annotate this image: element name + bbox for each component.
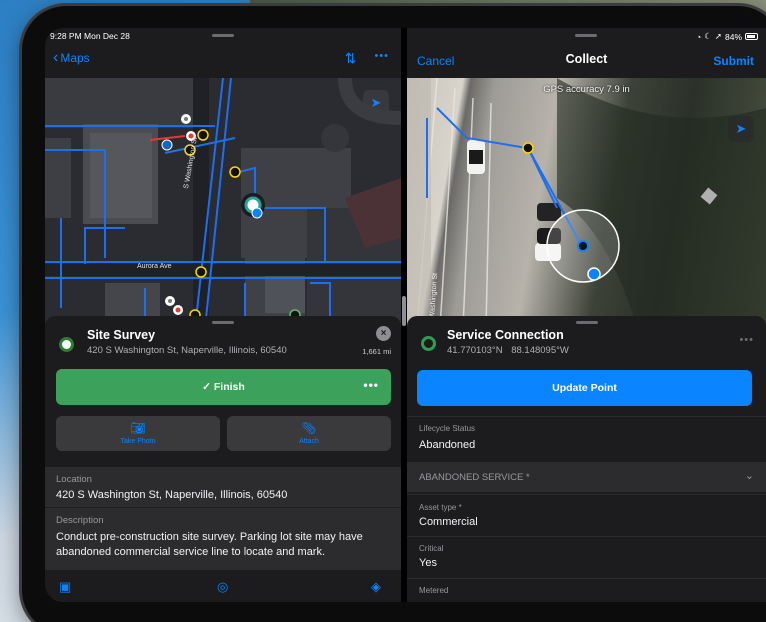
description-label: Description — [56, 515, 104, 526]
system-icons: ◔ ☾ ➚ 84% — [696, 31, 758, 42]
collect-feature-title: Service Connection — [447, 328, 564, 342]
left-nav-bar: ‹ Maps ⇅ ••• — [45, 44, 401, 78]
take-photo-button[interactable]: 📷︎ Take Photo — [56, 416, 220, 451]
attach-label: Attach — [299, 438, 319, 445]
collect-more-icon[interactable]: ••• — [739, 334, 754, 346]
asset-type-label: Asset type * — [419, 503, 462, 512]
collect-coordinates: 41.770103°N 88.148095°W — [447, 345, 569, 356]
status-time: 9:28 PM Mon Dec 28 — [50, 31, 130, 41]
chevron-left-icon: ‹ — [53, 49, 59, 66]
camera-icon: 📷︎ — [130, 421, 146, 435]
moon-icon: ☾ — [704, 31, 712, 41]
feature-distance: 1,661 mi — [362, 347, 391, 356]
field-maps-pane: 9:28 PM Mon Dec 28 ‹ Maps ⇅ ••• Aurora A… — [45, 28, 401, 602]
collect-sheet-grabber[interactable] — [575, 321, 598, 324]
location-services-icon: ➚ — [714, 31, 722, 41]
latitude: 41.770103°N — [447, 345, 503, 356]
bottom-toolbar: ▣ ◎ ◈ — [45, 570, 401, 602]
finish-button[interactable]: ✓ Finish ••• — [56, 369, 391, 405]
lifecycle-value: Abandoned — [419, 439, 476, 451]
location-arrow-icon: ➤ — [370, 95, 382, 110]
critical-value: Yes — [419, 557, 437, 569]
group-title: ABANDONED SERVICE * — [419, 472, 530, 483]
back-to-maps-button[interactable]: ‹ Maps — [53, 49, 90, 66]
longitude: 88.148095°W — [511, 345, 569, 356]
metered-field[interactable]: Metered — [407, 578, 766, 602]
collect-nav-bar: Cancel Collect Submit — [407, 44, 766, 78]
imagery-map-view[interactable]: GPS accuracy 7.9 in Washington St ➤ — [407, 78, 766, 328]
back-label: Maps — [60, 51, 90, 65]
location-arrow-icon: ➤ — [735, 121, 747, 136]
battery-percent: 84% — [724, 31, 742, 42]
collect-pane: ◔ ☾ ➚ 84% Cancel Collect Submit GPS accu… — [407, 28, 766, 602]
location-value: 420 S Washington St, Naperville, Illinoi… — [56, 489, 288, 501]
submit-button[interactable]: Submit — [713, 54, 754, 68]
critical-field[interactable]: Critical Yes — [407, 536, 766, 578]
map-view[interactable]: Aurora Ave S Washington St ➤ — [45, 78, 401, 328]
description-field: Description Conduct pre-construction sit… — [45, 508, 401, 570]
location-field: Location 420 S Washington St, Naperville… — [45, 467, 401, 507]
attach-button[interactable]: 📎︎ Attach — [227, 416, 391, 451]
service-connection-icon — [421, 336, 436, 351]
multitasking-pill-right[interactable] — [575, 34, 597, 37]
take-photo-label: Take Photo — [120, 438, 156, 445]
paperclip-icon: 📎︎ — [301, 421, 317, 435]
collect-sheet: Service Connection 41.770103°N 88.148095… — [407, 316, 766, 602]
update-point-button[interactable]: Update Point — [417, 370, 752, 406]
sort-icon[interactable]: ⇅ — [345, 50, 357, 67]
feature-sheet: Site Survey 420 S Washington St, Napervi… — [45, 316, 401, 602]
critical-label: Critical — [419, 544, 444, 553]
multitasking-pill[interactable] — [212, 34, 234, 37]
finish-label: ✓ Finish — [202, 381, 245, 393]
directions-icon[interactable]: ◈ — [371, 579, 381, 595]
ipad-screen: 9:28 PM Mon Dec 28 ‹ Maps ⇅ ••• Aurora A… — [45, 28, 766, 602]
description-value: Conduct pre-construction site survey. Pa… — [56, 531, 363, 558]
compass-icon[interactable]: ◎ — [217, 579, 228, 595]
metered-label: Metered — [419, 586, 449, 595]
finish-more-icon[interactable]: ••• — [363, 378, 379, 392]
layers-icon[interactable]: ▣ — [59, 579, 71, 595]
locate-button[interactable]: ➤ — [363, 90, 389, 116]
wifi-icon: ◔ — [696, 31, 702, 42]
collect-title: Collect — [565, 52, 608, 66]
feature-title: Site Survey — [87, 328, 156, 342]
street-label-aurora: Aurora Ave — [137, 263, 172, 270]
chevron-down-icon: ⌄ — [744, 470, 754, 482]
feature-address: 420 S Washington St, Naperville, Illinoi… — [87, 345, 287, 356]
split-view-handle[interactable] — [402, 296, 406, 326]
more-icon[interactable]: ••• — [374, 50, 389, 67]
locate-button-right[interactable]: ➤ — [728, 116, 754, 142]
gps-accuracy: GPS accuracy 7.9 in — [543, 84, 630, 95]
lifecycle-status-field[interactable]: Lifecycle Status Abandoned — [407, 416, 766, 462]
location-label: Location — [56, 474, 92, 485]
imagery-canvas — [407, 78, 766, 328]
sheet-grabber[interactable] — [212, 321, 234, 324]
map-canvas — [45, 78, 401, 328]
close-icon[interactable]: × — [376, 326, 391, 341]
site-survey-icon — [59, 337, 74, 352]
asset-type-value: Commercial — [419, 516, 478, 528]
lifecycle-label: Lifecycle Status — [419, 424, 476, 433]
abandoned-service-group[interactable]: ABANDONED SERVICE * ⌄ — [407, 462, 766, 492]
asset-type-field[interactable]: Asset type * Commercial — [407, 494, 766, 536]
nav-icons: ⇅ ••• — [345, 50, 389, 67]
battery-icon — [745, 33, 758, 40]
